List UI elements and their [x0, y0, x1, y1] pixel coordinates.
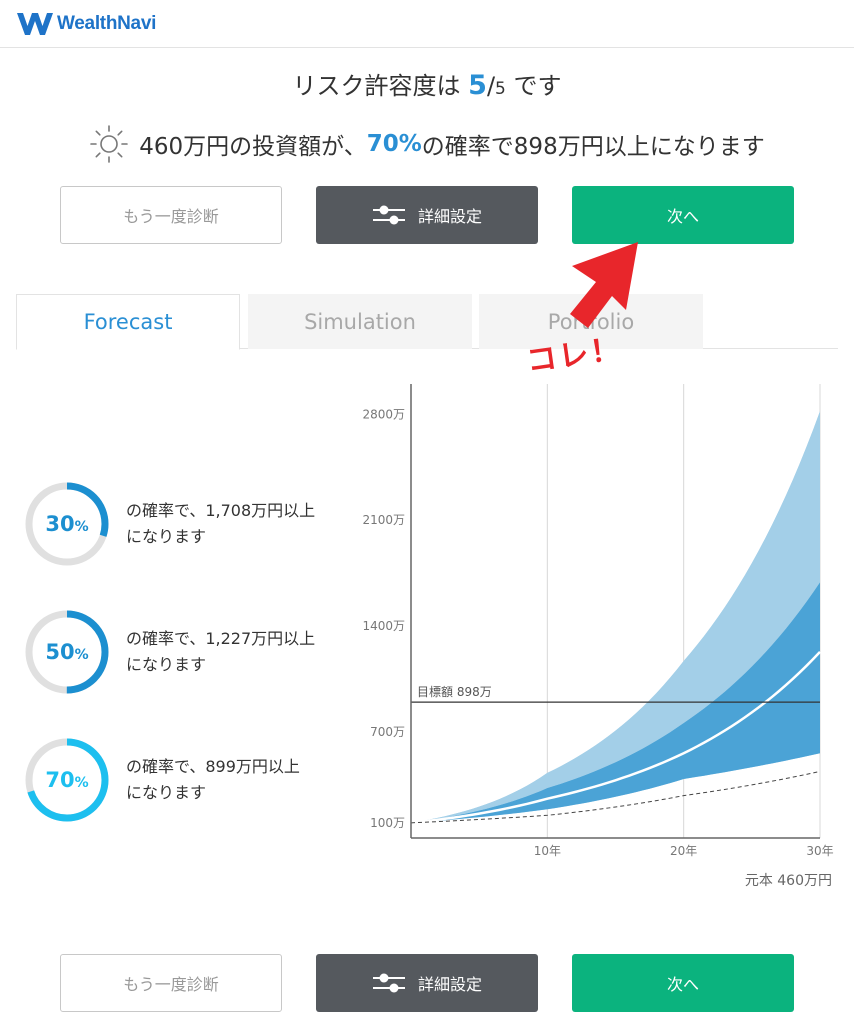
probability-text-line: の確率で、1,227万円以上: [126, 629, 316, 648]
rediagnose-button[interactable]: もう一度診断: [60, 186, 282, 244]
advanced-settings-label: 詳細設定: [417, 975, 482, 994]
forecast-summary: 460万円の投資額が、 70% の確率で898万円以上になります: [0, 124, 854, 164]
forecast-chart: 目標額 898万 100万 700万 1400万 2100万 2800万 10年 20年 30年…: [340, 380, 840, 900]
forecast-suffix: の確率で898万円以上になります: [421, 134, 765, 160]
probability-text-line: になります: [126, 527, 207, 546]
next-label: 次へ: [666, 975, 699, 994]
chart-y-tick-label: 700万: [370, 725, 405, 739]
advanced-settings-label: 詳細設定: [417, 207, 482, 226]
sun-icon: [90, 125, 129, 163]
probability-text-line: になります: [126, 655, 207, 674]
chart-y-tick-label: 100万: [370, 816, 405, 830]
sliders-icon: [372, 973, 405, 993]
probability-ring: 50%: [24, 609, 110, 695]
chart-x-tick-label: 10年: [534, 844, 561, 858]
probability-text: の確率で、1,227万円以上 になります: [126, 626, 315, 678]
sliders-icon: [372, 205, 405, 225]
tab-simulation[interactable]: Simulation: [248, 294, 472, 349]
probability-ring: 30%: [24, 481, 110, 567]
probability-ring-label: 70%: [24, 737, 110, 823]
tab-bar: Forecast Simulation Portfolio: [16, 294, 838, 350]
risk-suffix: です: [505, 72, 562, 100]
rediagnose-label: もう一度診断: [123, 207, 219, 226]
probability-value: 50: [45, 640, 75, 664]
rediagnose-button-bottom[interactable]: もう一度診断: [60, 954, 282, 1012]
tab-forecast-label: Forecast: [83, 310, 173, 334]
rediagnose-label: もう一度診断: [123, 975, 219, 994]
next-label: 次へ: [666, 207, 699, 226]
wealthnavi-logo-icon: [17, 13, 53, 35]
risk-tolerance-heading: リスク許容度は 5/5 です: [0, 66, 854, 101]
probability-row: 30% の確率で、1,708万円以上 になります: [24, 481, 354, 567]
chart-x-tick-label: 30年: [806, 844, 833, 858]
probability-value: 70: [45, 768, 75, 792]
probability-row: 70% の確率で、899万円以上 になります: [24, 737, 354, 823]
probability-text-line: の確率で、899万円以上: [126, 757, 300, 776]
probability-unit: %: [74, 518, 89, 535]
chart-y-tick-label: 2800万: [362, 407, 405, 421]
forecast-chart-svg: 目標額 898万 100万 700万 1400万 2100万 2800万 10年 20年 30年…: [362, 384, 834, 889]
probability-unit: %: [74, 646, 89, 663]
chart-y-tick-label: 2100万: [362, 513, 405, 527]
risk-max: 5: [495, 79, 506, 99]
probability-value: 30: [45, 512, 75, 536]
brand-logo[interactable]: WealthNavi: [16, 10, 156, 38]
probability-unit: %: [74, 774, 89, 791]
chart-y-tick-label: 1400万: [362, 619, 405, 633]
brand-name: WealthNavi: [57, 13, 157, 34]
advanced-settings-button[interactable]: 詳細設定: [316, 186, 538, 244]
forecast-prefix: 460万円の投資額が、: [139, 134, 367, 160]
risk-prefix: リスク許容度は: [292, 72, 469, 100]
probability-text-line: の確率で、1,708万円以上: [126, 501, 316, 520]
probability-text: の確率で、899万円以上 になります: [126, 754, 300, 806]
probability-ring-label: 30%: [24, 481, 110, 567]
chart-principal-label: 元本 460万円: [745, 873, 832, 889]
probability-ring-label: 50%: [24, 609, 110, 695]
chart-target-label: 目標額 898万: [417, 685, 492, 699]
app-header: WealthNavi: [0, 0, 854, 48]
next-button[interactable]: 次へ: [572, 186, 794, 244]
next-button-bottom[interactable]: 次へ: [572, 954, 794, 1012]
risk-slash: /: [486, 72, 496, 100]
forecast-probability: 70%: [366, 131, 422, 157]
advanced-settings-button-bottom[interactable]: 詳細設定: [316, 954, 538, 1012]
risk-value: 5: [468, 70, 487, 101]
tab-simulation-label: Simulation: [304, 309, 416, 334]
probability-text-line: になります: [126, 783, 207, 802]
probability-row: 50% の確率で、1,227万円以上 になります: [24, 609, 354, 695]
probability-text: の確率で、1,708万円以上 になります: [126, 498, 315, 550]
tab-forecast[interactable]: Forecast: [16, 294, 240, 350]
chart-x-tick-label: 20年: [670, 844, 697, 858]
probability-ring: 70%: [24, 737, 110, 823]
